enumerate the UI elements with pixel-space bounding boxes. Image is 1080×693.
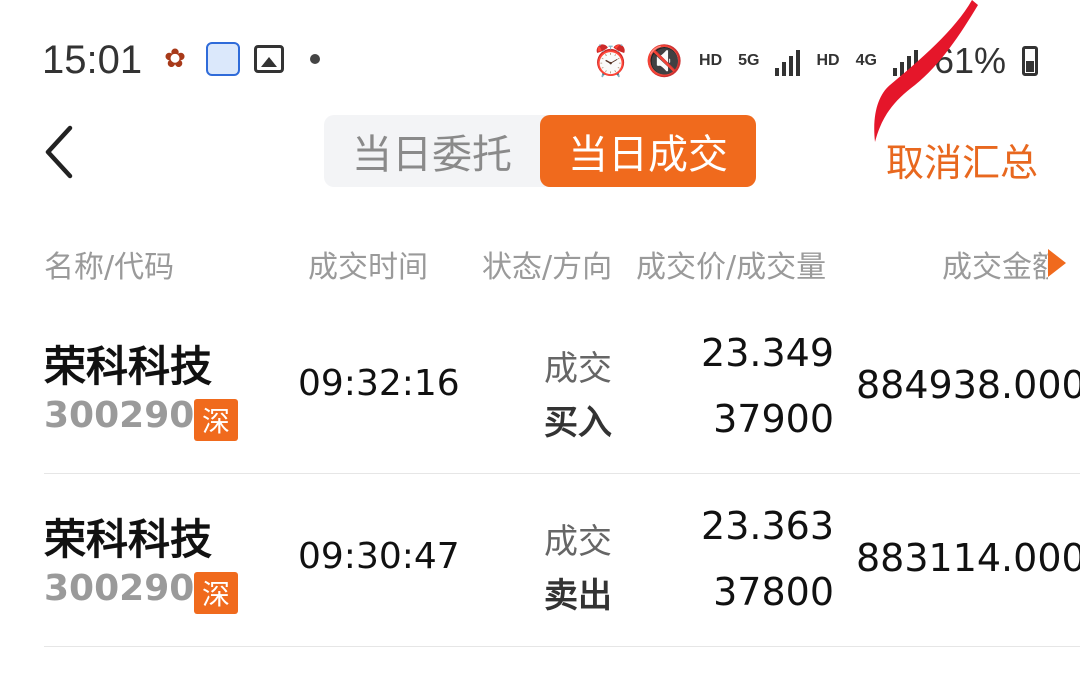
stock-name: 荣科科技 (44, 342, 213, 391)
trade-status: 成交 (544, 522, 612, 562)
status-time: 15:01 (42, 38, 143, 82)
mute-icon: 🔇 (645, 43, 684, 79)
trade-direction: 买入 (544, 403, 612, 443)
decorative-swoosh (874, 0, 978, 142)
battery-icon (1022, 46, 1038, 76)
trade-amount: 883114.000 (856, 536, 1080, 580)
more-notifications-dot (310, 54, 320, 64)
cloud-app-icon (206, 42, 240, 76)
trade-quantity: 37800 (713, 570, 834, 614)
column-header-status-direction: 状态/方向 (482, 250, 613, 285)
column-header-amount: 成交金额 (942, 250, 1048, 285)
row-divider (44, 473, 1080, 474)
cancel-summary-button[interactable]: 取消汇总 (886, 132, 1038, 187)
trade-price: 23.363 (701, 504, 834, 548)
trade-status: 成交 (544, 349, 612, 389)
back-arrow-icon[interactable] (40, 122, 80, 182)
tab-today-trades[interactable]: 当日成交 (540, 115, 756, 187)
trade-time: 09:32:16 (298, 363, 460, 404)
column-header-price-volume: 成交价/成交量 (636, 250, 827, 285)
signal-icon-1 (775, 46, 801, 76)
trade-direction: 卖出 (544, 576, 612, 616)
hd-label-1: HD (699, 52, 723, 69)
trade-amount: 884938.000 (856, 363, 1080, 407)
tab-switcher: 当日委托 当日成交 (324, 115, 756, 187)
tab-today-orders[interactable]: 当日委托 (324, 115, 540, 187)
row-divider (44, 646, 1080, 647)
stock-code: 300290 (44, 568, 195, 609)
network-type-1: 5G (738, 52, 760, 69)
table-row[interactable]: 荣科科技 300290 深 09:30:47 成交 卖出 23.363 3780… (0, 476, 1080, 648)
stock-name: 荣科科技 (44, 515, 213, 564)
table-row[interactable]: 荣科科技 300290 深 09:32:16 成交 买入 23.349 3790… (0, 303, 1080, 475)
hd-label-2: HD (816, 52, 840, 69)
trade-quantity: 37900 (713, 397, 834, 441)
app-notification-icon: ✿ (158, 42, 192, 76)
market-badge: 深 (194, 572, 238, 614)
alarm-icon: ⏰ (592, 43, 630, 79)
scroll-right-arrow-icon[interactable] (1048, 249, 1066, 277)
market-badge: 深 (194, 399, 238, 441)
trade-price: 23.349 (701, 331, 834, 375)
trade-time: 09:30:47 (298, 536, 460, 577)
gallery-icon (254, 45, 284, 73)
column-header-name-code: 名称/代码 (44, 250, 175, 285)
column-header-trade-time: 成交时间 (308, 250, 428, 285)
stock-code: 300290 (44, 395, 195, 436)
notification-icons: ✿ (158, 42, 320, 76)
